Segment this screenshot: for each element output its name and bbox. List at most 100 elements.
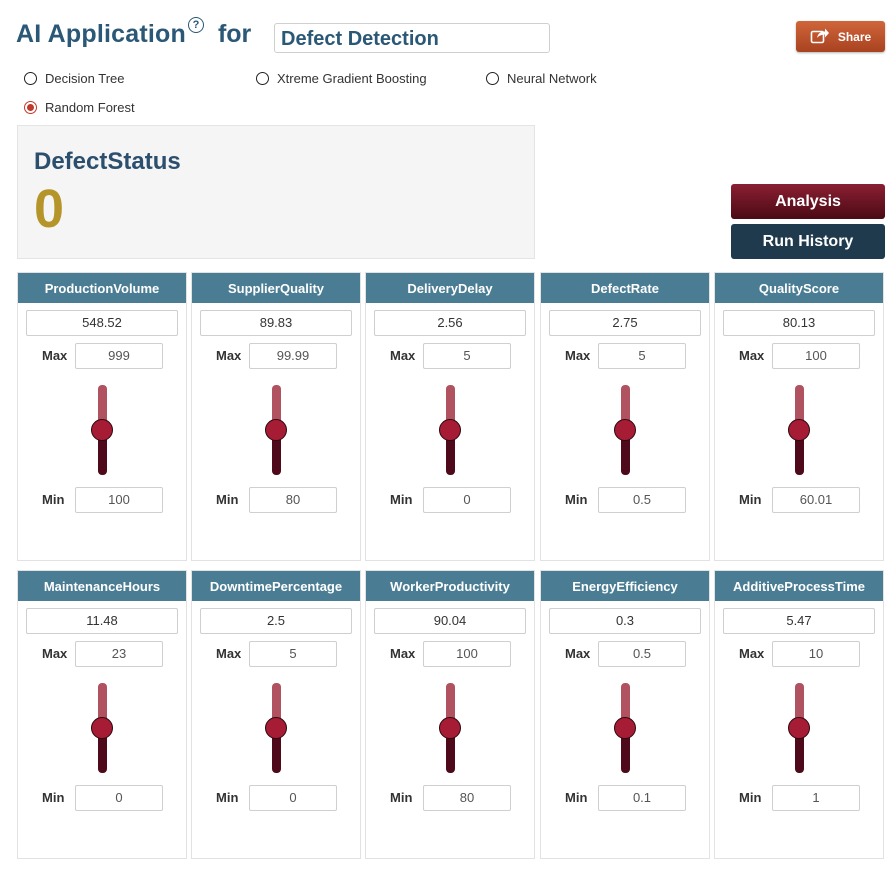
radio-random-forest[interactable]: Random Forest	[24, 100, 135, 115]
feature-card: ProductionVolume 548.52 Max 999 Min 100	[17, 272, 187, 561]
feature-name: EnergyEfficiency	[541, 571, 709, 601]
feature-name: DefectRate	[541, 273, 709, 303]
help-icon[interactable]: ?	[187, 16, 204, 33]
feature-name: WorkerProductivity	[366, 571, 534, 601]
min-input[interactable]: 1	[772, 785, 860, 811]
max-label: Max	[216, 348, 242, 363]
feature-name: MaintenanceHours	[18, 571, 186, 601]
radio-xgboost[interactable]: Xtreme Gradient Boosting	[256, 71, 427, 86]
radio-neural-network[interactable]: Neural Network	[486, 71, 597, 86]
min-label: Min	[216, 492, 239, 507]
max-input[interactable]: 10	[772, 641, 860, 667]
min-label: Min	[42, 790, 65, 805]
feature-name: AdditiveProcessTime	[715, 571, 883, 601]
min-label: Min	[390, 790, 413, 805]
feature-value-input[interactable]: 90.04	[374, 608, 526, 634]
feature-value-input[interactable]: 2.75	[549, 310, 701, 336]
analysis-button[interactable]: Analysis	[731, 184, 885, 219]
slider-thumb[interactable]	[265, 419, 287, 441]
share-label: Share	[837, 29, 872, 44]
for-label: for	[217, 20, 252, 48]
feature-card: WorkerProductivity 90.04 Max 100 Min 80	[365, 570, 535, 859]
max-label: Max	[565, 348, 591, 363]
slider-thumb[interactable]	[788, 419, 810, 441]
run-history-button[interactable]: Run History	[731, 224, 885, 259]
share-icon	[810, 26, 838, 47]
feature-card: EnergyEfficiency 0.3 Max 0.5 Min 0.1	[540, 570, 710, 859]
min-input[interactable]: 80	[423, 785, 511, 811]
feature-value-input[interactable]: 548.52	[26, 310, 178, 336]
feature-card: QualityScore 80.13 Max 100 Min 60.01	[714, 272, 884, 561]
min-input[interactable]: 0	[75, 785, 163, 811]
feature-value-input[interactable]: 5.47	[723, 608, 875, 634]
feature-card: DeliveryDelay 2.56 Max 5 Min 0	[365, 272, 535, 561]
min-label: Min	[216, 790, 239, 805]
max-input[interactable]: 100	[772, 343, 860, 369]
max-input[interactable]: 23	[75, 641, 163, 667]
radio-decision-tree[interactable]: Decision Tree	[24, 71, 124, 86]
radio-unselected-icon	[486, 72, 499, 85]
min-input[interactable]: 0.1	[598, 785, 686, 811]
radio-label: Random Forest	[45, 100, 135, 115]
min-input[interactable]: 80	[249, 487, 337, 513]
slider-thumb[interactable]	[439, 419, 461, 441]
max-input[interactable]: 5	[249, 641, 337, 667]
radio-label: Decision Tree	[45, 71, 125, 86]
feature-card: DefectRate 2.75 Max 5 Min 0.5	[540, 272, 710, 561]
max-input[interactable]: 5	[423, 343, 511, 369]
max-input[interactable]: 0.5	[598, 641, 686, 667]
slider-thumb[interactable]	[91, 717, 113, 739]
feature-value-input[interactable]: 89.83	[200, 310, 352, 336]
min-label: Min	[565, 492, 588, 507]
app-title: AI Application	[16, 20, 186, 48]
prediction-label: DefectStatus	[34, 148, 181, 175]
use-case-field[interactable]: Defect Detection	[274, 23, 550, 53]
min-label: Min	[42, 492, 65, 507]
max-label: Max	[42, 348, 68, 363]
max-input[interactable]: 999	[75, 343, 163, 369]
feature-value-input[interactable]: 0.3	[549, 608, 701, 634]
slider-thumb[interactable]	[614, 717, 636, 739]
max-input[interactable]: 100	[423, 641, 511, 667]
feature-name: DowntimePercentage	[192, 571, 360, 601]
feature-value-input[interactable]: 11.48	[26, 608, 178, 634]
radio-label: Neural Network	[507, 71, 597, 86]
feature-card: DowntimePercentage 2.5 Max 5 Min 0	[191, 570, 361, 859]
min-input[interactable]: 60.01	[772, 487, 860, 513]
radio-unselected-icon	[256, 72, 269, 85]
min-label: Min	[739, 492, 762, 507]
radio-selected-icon	[24, 101, 37, 114]
feature-name: DeliveryDelay	[366, 273, 534, 303]
feature-value-input[interactable]: 2.5	[200, 608, 352, 634]
header: AI Application ? for	[16, 16, 252, 49]
max-label: Max	[390, 646, 416, 661]
prediction-value: 0	[34, 179, 65, 239]
feature-card: SupplierQuality 89.83 Max 99.99 Min 80	[191, 272, 361, 561]
slider-thumb[interactable]	[788, 717, 810, 739]
min-label: Min	[565, 790, 588, 805]
slider-thumb[interactable]	[91, 419, 113, 441]
feature-value-input[interactable]: 80.13	[723, 310, 875, 336]
min-input[interactable]: 0	[249, 785, 337, 811]
feature-card: AdditiveProcessTime 5.47 Max 10 Min 1	[714, 570, 884, 859]
max-label: Max	[739, 348, 765, 363]
radio-unselected-icon	[24, 72, 37, 85]
feature-name: SupplierQuality	[192, 273, 360, 303]
radio-label: Xtreme Gradient Boosting	[277, 71, 427, 86]
feature-name: ProductionVolume	[18, 273, 186, 303]
max-label: Max	[216, 646, 242, 661]
min-input[interactable]: 100	[75, 487, 163, 513]
max-label: Max	[739, 646, 765, 661]
min-label: Min	[390, 492, 413, 507]
max-input[interactable]: 5	[598, 343, 686, 369]
slider-thumb[interactable]	[439, 717, 461, 739]
share-button[interactable]: Share	[796, 21, 885, 52]
feature-card: MaintenanceHours 11.48 Max 23 Min 0	[17, 570, 187, 859]
feature-value-input[interactable]: 2.56	[374, 310, 526, 336]
slider-thumb[interactable]	[614, 419, 636, 441]
slider-thumb[interactable]	[265, 717, 287, 739]
min-input[interactable]: 0.5	[598, 487, 686, 513]
max-input[interactable]: 99.99	[249, 343, 337, 369]
min-input[interactable]: 0	[423, 487, 511, 513]
max-label: Max	[42, 646, 68, 661]
